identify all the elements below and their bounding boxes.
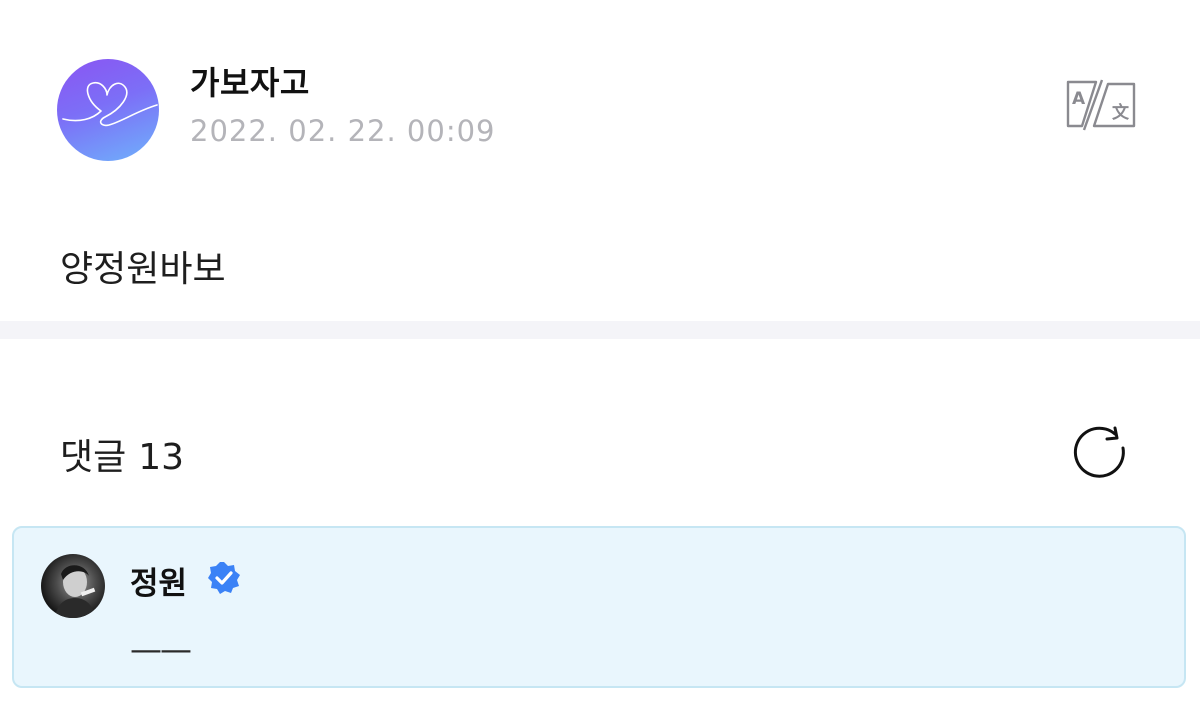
post-detail-page: 가보자고 2022. 02. 22. 00:09 A 文 양정원바보 댓글 13 — [0, 0, 1200, 728]
section-divider — [0, 321, 1200, 339]
verified-badge-icon — [207, 561, 241, 595]
comment-text: —— — [130, 630, 192, 668]
heart-doodle-icon — [62, 81, 158, 127]
refresh-icon — [1073, 426, 1125, 478]
post-header: 가보자고 2022. 02. 22. 00:09 A 文 — [0, 0, 1200, 200]
post-timestamp: 2022. 02. 22. 00:09 — [190, 114, 496, 148]
comments-count: 13 — [138, 437, 185, 478]
svg-text:文: 文 — [1112, 102, 1130, 123]
profile-photo-icon — [55, 565, 96, 618]
highlighted-comment-card[interactable]: 정원 —— — [12, 526, 1186, 688]
refresh-button[interactable] — [1071, 424, 1131, 480]
commenter-avatar[interactable] — [41, 554, 105, 618]
post-body-text: 양정원바보 — [60, 249, 226, 290]
translate-button[interactable]: A 文 — [1062, 78, 1142, 132]
author-avatar[interactable] — [57, 59, 159, 161]
comments-label: 댓글 — [60, 437, 127, 478]
comments-header: 댓글 13 — [60, 428, 184, 480]
svg-text:A: A — [1072, 89, 1086, 109]
commenter-name[interactable]: 정원 — [130, 558, 187, 603]
translate-icon: A 文 — [1066, 79, 1136, 131]
author-name[interactable]: 가보자고 — [190, 58, 310, 104]
